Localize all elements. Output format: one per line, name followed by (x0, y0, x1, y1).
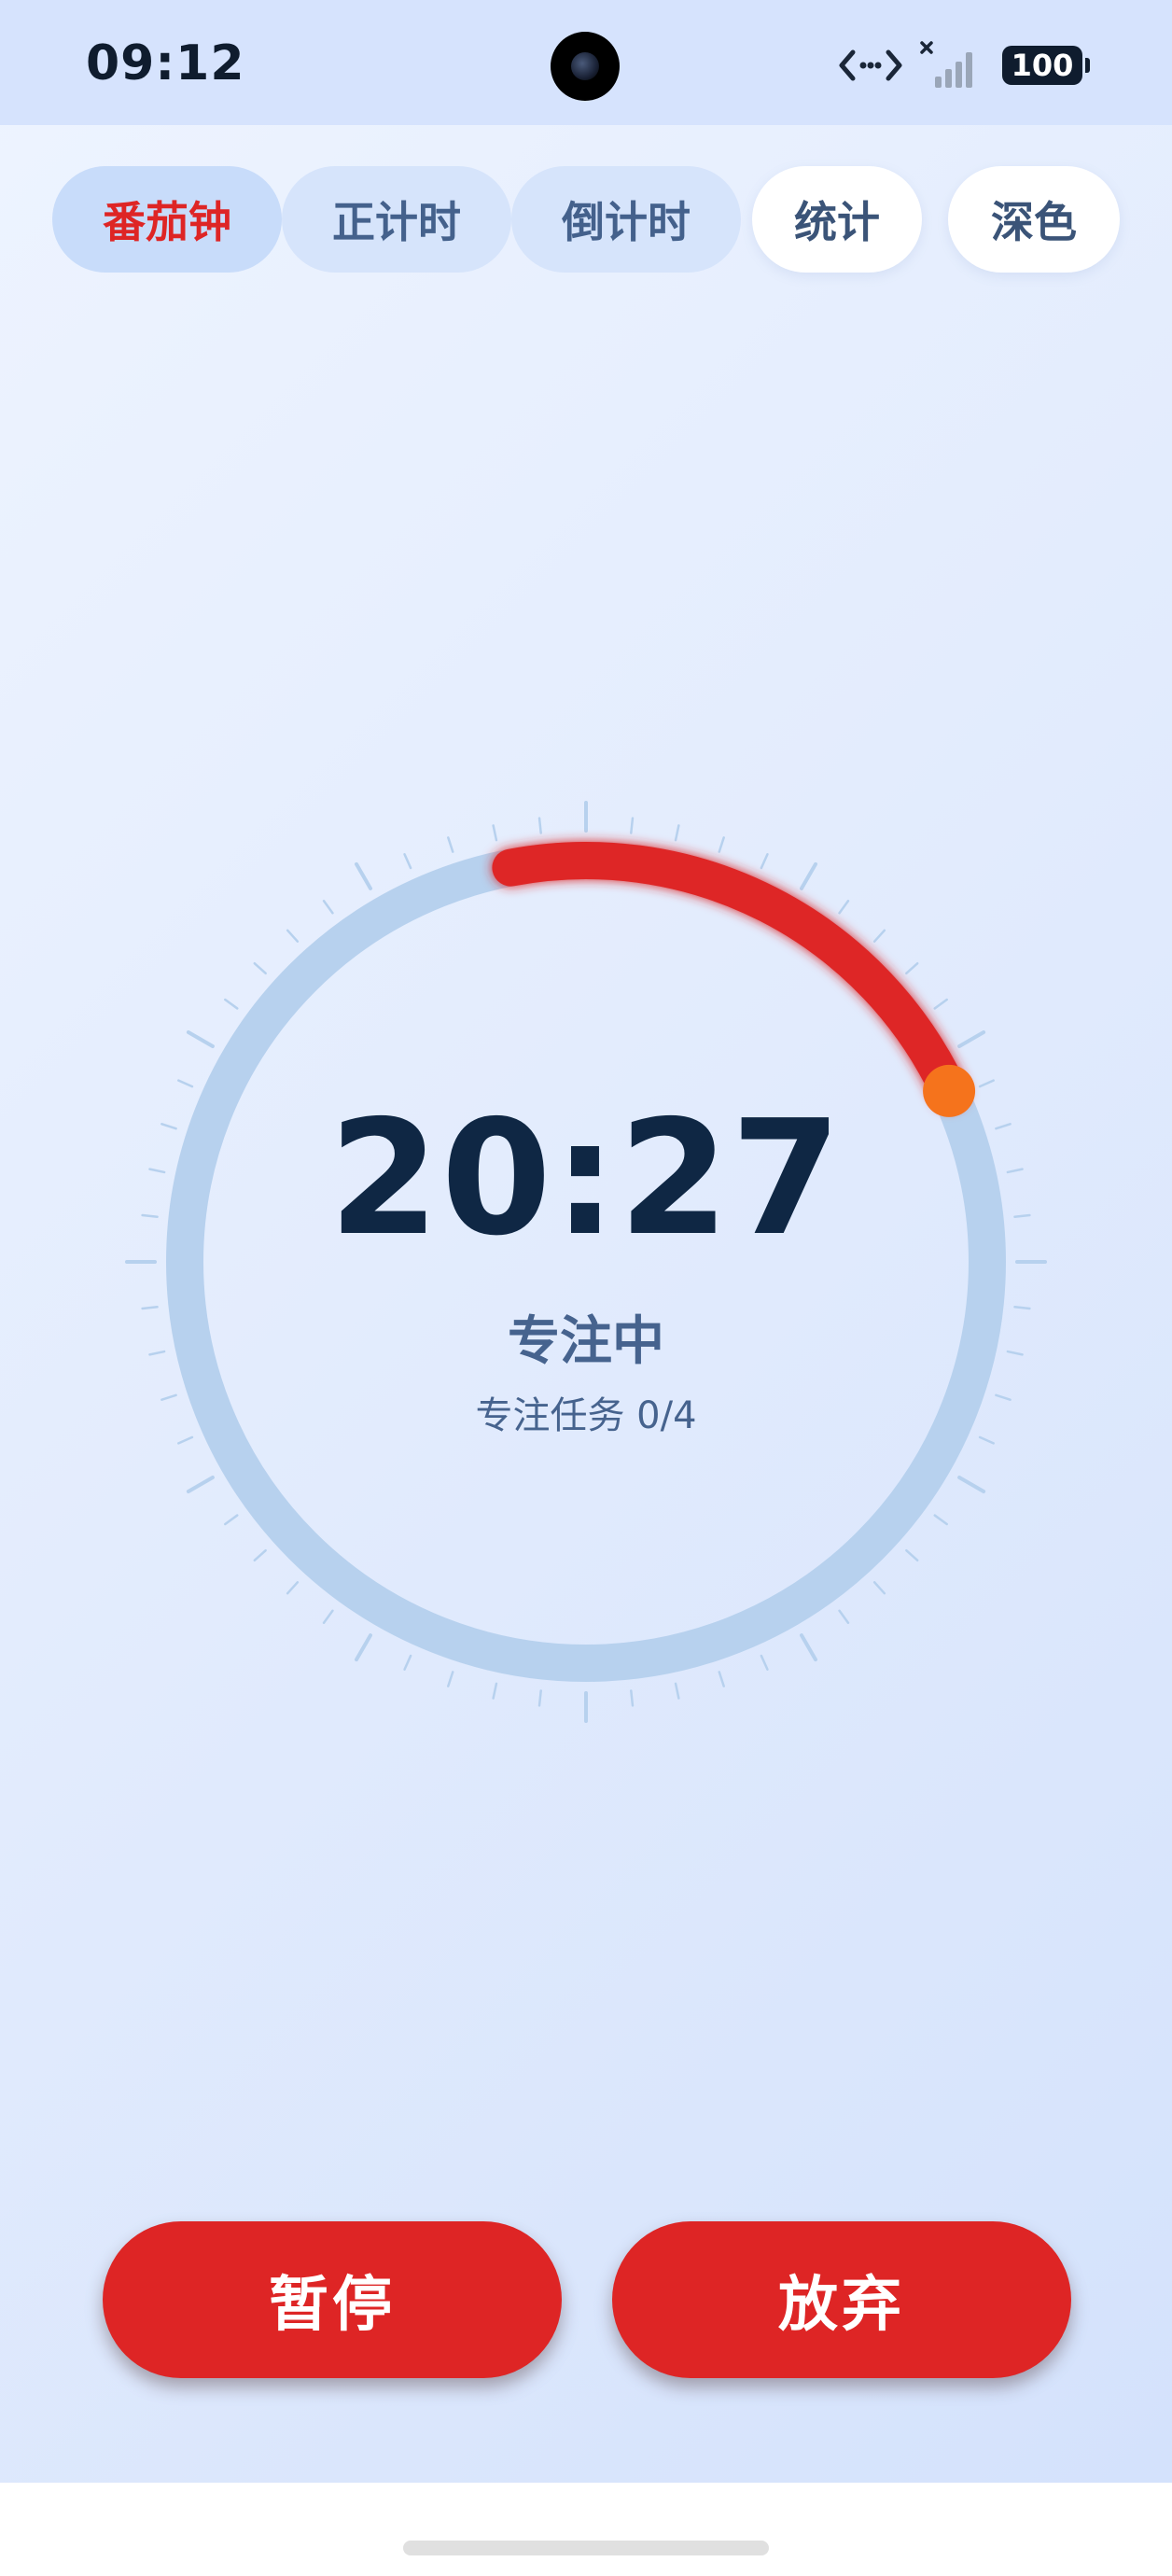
status-bar: 09:12 100 (0, 0, 1172, 125)
dial-tick-minor (447, 836, 454, 853)
dial-tick-minor (905, 1548, 919, 1562)
dial-tick-minor (760, 1654, 769, 1671)
dial-tick-minor (537, 1689, 542, 1707)
tab-stopwatch[interactable]: 正计时 (282, 166, 511, 273)
dial-tick-major (355, 861, 372, 890)
dial-tick-minor (630, 1689, 635, 1707)
dial-tick-minor (286, 929, 300, 943)
dial-tick-minor (674, 824, 680, 842)
dial-tick-minor (933, 1514, 948, 1526)
dial-tick-major (186, 1476, 215, 1493)
tab-statistics[interactable]: 统计 (752, 166, 922, 273)
dial-tick-minor (286, 1581, 300, 1595)
app-screen: 09:12 100 番茄钟 正计时 倒计时 统计 深色 20:27 专注中 专注… (0, 0, 1172, 2483)
tab-dark-mode[interactable]: 深色 (948, 166, 1120, 273)
home-indicator[interactable] (403, 2541, 769, 2555)
dial-tick-minor (224, 1514, 239, 1526)
dial-tick-major (957, 1476, 986, 1493)
dial-tick-major (355, 1633, 372, 1662)
timer-remaining: 20:27 (328, 1086, 844, 1271)
dial-tick-minor (537, 817, 542, 834)
dial-tick-minor (492, 1682, 498, 1700)
progress-arc (492, 842, 969, 1110)
task-progress: 专注任务 0/4 (475, 1394, 697, 1437)
front-camera (551, 32, 620, 101)
signal-no-service-icon (920, 41, 972, 88)
dial-tick-major (186, 1030, 215, 1048)
dial-tick-minor (322, 900, 334, 915)
abandon-button[interactable]: 放弃 (612, 2221, 1071, 2378)
dial-tick-minor (872, 929, 886, 943)
dial-tick-minor (760, 853, 769, 870)
data-transfer-icon (839, 49, 902, 81)
dial-tick-minor (322, 1609, 334, 1624)
dial-tick-minor (718, 836, 725, 853)
dial-tick-major (800, 1633, 817, 1662)
dial-tick-minor (933, 998, 948, 1010)
pause-button[interactable]: 暂停 (103, 2221, 562, 2378)
status-icons: 100 (838, 37, 1090, 93)
dial-tick-minor (630, 817, 635, 834)
dial-tick-minor (838, 900, 850, 915)
dial-tick-minor (403, 853, 412, 870)
tab-pomodoro[interactable]: 番茄钟 (52, 166, 282, 273)
tab-countdown[interactable]: 倒计时 (511, 166, 741, 273)
dial-tick-minor (872, 1581, 886, 1595)
dial-tick-minor (253, 961, 267, 975)
dial-tick-minor (177, 1079, 194, 1088)
dial-tick-minor (492, 824, 498, 842)
dial-tick-minor (447, 1671, 454, 1687)
dial-tick-major (800, 861, 817, 890)
status-time: 09:12 (86, 35, 245, 91)
dial-tick-major (957, 1030, 986, 1048)
battery-icon: 100 (1002, 46, 1090, 85)
dial-tick-minor (253, 1548, 267, 1562)
dial-tick-minor (718, 1671, 725, 1687)
dial-tick-minor (838, 1609, 850, 1624)
dial-tick-minor (224, 998, 239, 1010)
dial-tick-minor (978, 1079, 995, 1088)
dial-tick-minor (403, 1654, 412, 1671)
timer-state: 专注中 (508, 1311, 664, 1372)
dial-tick-minor (674, 1682, 680, 1700)
dial-tick-minor (905, 961, 919, 975)
